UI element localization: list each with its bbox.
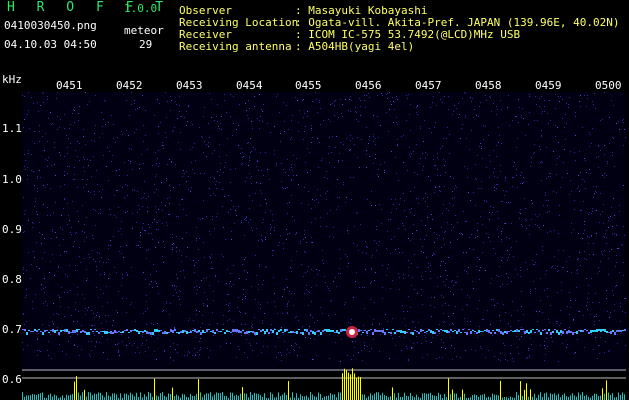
frequency-tick: 0.7 <box>2 323 22 336</box>
time-tick: 0454 <box>236 79 263 92</box>
frequency-tick: 1.0 <box>2 173 22 186</box>
frequency-tick: 0.9 <box>2 223 22 236</box>
file-name: 0410030450.png <box>4 19 97 32</box>
time-tick: 0458 <box>475 79 502 92</box>
time-tick: 0452 <box>116 79 143 92</box>
time-tick: 0456 <box>355 79 382 92</box>
time-tick: 0457 <box>415 79 442 92</box>
carrier-trace <box>22 329 626 335</box>
time-tick: 0500 <box>595 79 622 92</box>
spectrum-panel <box>22 368 626 400</box>
spectrogram <box>22 92 626 372</box>
antenna-label: Receiving antenna <box>179 40 292 53</box>
spectrum-plot <box>22 368 626 400</box>
meteor-echo-marker <box>346 326 358 338</box>
meteor-count: 29 <box>139 38 153 51</box>
spectrum-bars <box>22 368 625 400</box>
time-tick: 0451 <box>56 79 83 92</box>
app-version: 1.0.0 <box>124 2 158 15</box>
frequency-tick: 0.8 <box>2 273 22 286</box>
frequency-unit-label: kHz <box>2 73 22 86</box>
date-time: 04.10.03 04:50 <box>4 38 97 51</box>
antenna-value: : A504HB(yagi 4el) <box>295 40 415 53</box>
noise-layer <box>22 92 626 362</box>
spectrogram-plot <box>22 92 626 362</box>
frequency-tick: 0.6 <box>2 373 22 386</box>
time-tick: 0453 <box>176 79 203 92</box>
time-tick: 0459 <box>535 79 562 92</box>
meteor-label: meteor <box>124 24 164 37</box>
time-tick: 0455 <box>295 79 322 92</box>
frequency-tick: 1.1 <box>2 122 22 135</box>
